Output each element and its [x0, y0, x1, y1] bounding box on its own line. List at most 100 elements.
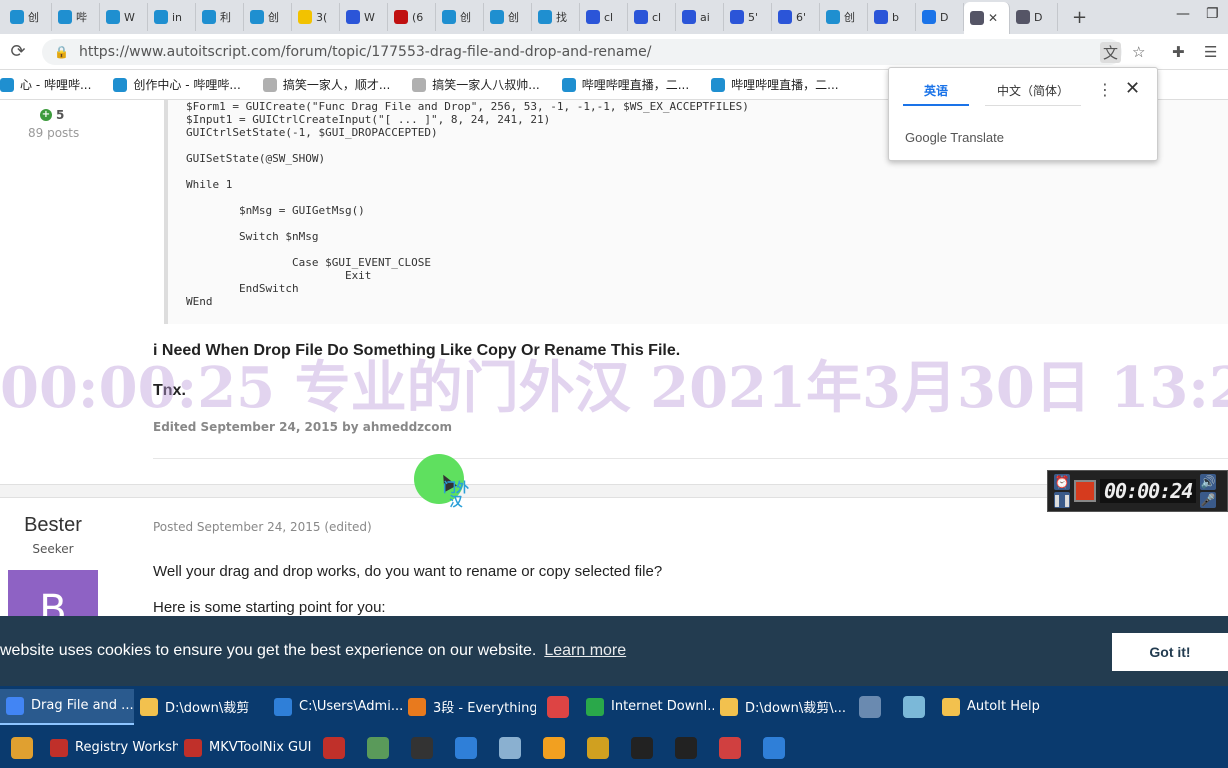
browser-tab[interactable]: (6: [388, 3, 436, 31]
learn-more-link[interactable]: Learn more: [544, 642, 626, 660]
maximize-button[interactable]: ❐: [1206, 6, 1219, 22]
post-line: i Need When Drop File Do Something Like …: [153, 342, 681, 359]
browser-tab[interactable]: D: [916, 3, 964, 31]
browser-tab[interactable]: ai: [676, 3, 724, 31]
record-stop-button[interactable]: [1074, 480, 1096, 502]
taskbar-app[interactable]: AutoIt Help: [936, 689, 1070, 725]
browser-tab[interactable]: 创: [244, 3, 292, 31]
pause-icon[interactable]: ❚❚: [1052, 492, 1072, 508]
taskbar-pinned-icon[interactable]: [892, 689, 936, 725]
tab-source-language[interactable]: 英语: [903, 82, 969, 106]
bookmark-item[interactable]: 搞笑一家人，顺才...: [262, 76, 390, 93]
tab-favicon-icon: [58, 10, 72, 24]
taskbar-pinned-icon[interactable]: [312, 730, 356, 766]
url-text[interactable]: https://www.autoitscript.com/forum/topic…: [79, 44, 652, 60]
taskbar-pinned-icon[interactable]: [356, 730, 400, 766]
tab-label: 3(: [316, 10, 328, 24]
taskbar-pinned-icon[interactable]: [532, 730, 576, 766]
browser-tab[interactable]: 找: [532, 3, 580, 31]
taskbar-pinned-icon[interactable]: [444, 730, 488, 766]
microphone-icon[interactable]: 🎤: [1200, 492, 1217, 508]
taskbar-pinned-icon[interactable]: [488, 730, 532, 766]
taskbar-pinned-icon[interactable]: [848, 689, 892, 725]
minimize-button[interactable]: —: [1176, 6, 1190, 22]
browser-tab[interactable]: 利: [196, 3, 244, 31]
browser-tab[interactable]: 创: [4, 3, 52, 31]
reading-list-icon[interactable]: ☰: [1204, 43, 1217, 61]
tab-favicon-icon: [10, 10, 24, 24]
browser-tab[interactable]: 6': [772, 3, 820, 31]
tab-label: W: [124, 10, 135, 24]
new-tab-button[interactable]: +: [1072, 7, 1087, 28]
post-body: i Need When Drop File Do Something Like …: [153, 342, 1053, 422]
app-icon: [411, 736, 433, 759]
browser-tab[interactable]: 3(: [292, 3, 340, 31]
browser-tab[interactable]: 哔: [52, 3, 100, 31]
taskbar-app[interactable]: 3段 - Everything: [402, 689, 536, 725]
tab-target-language[interactable]: 中文（简体）: [985, 82, 1081, 106]
browser-tab[interactable]: W: [340, 3, 388, 31]
taskbar-app[interactable]: D:\down\裁剪: [134, 689, 268, 725]
taskbar-app[interactable]: C:\Users\Admi...: [268, 689, 402, 725]
taskbar-app[interactable]: Internet Downl...: [580, 689, 714, 725]
browser-tab[interactable]: 创: [820, 3, 868, 31]
close-icon[interactable]: ✕: [1125, 78, 1140, 99]
browser-tab[interactable]: in: [148, 3, 196, 31]
reload-icon[interactable]: ⟳: [0, 41, 36, 62]
speaker-icon[interactable]: 🔊: [1200, 474, 1217, 490]
browser-tab-active[interactable]: ✕: [964, 2, 1010, 34]
star-icon[interactable]: ☆: [1132, 43, 1145, 61]
bookmark-icon: [262, 77, 277, 92]
got-it-button[interactable]: Got it!: [1112, 633, 1228, 671]
bookmark-item[interactable]: 哔哩哔哩直播，二...: [561, 76, 689, 93]
taskbar-pinned-icon[interactable]: [576, 730, 620, 766]
browser-tab[interactable]: 创: [436, 3, 484, 31]
cookie-banner: website uses cookies to ensure you get t…: [0, 616, 1228, 686]
taskbar-app-label: Registry Worksh...: [75, 740, 178, 755]
close-tab-icon[interactable]: ✕: [988, 11, 998, 25]
more-options-icon[interactable]: ⋮: [1097, 80, 1113, 99]
tab-label: cl: [604, 10, 614, 24]
taskbar-app[interactable]: Drag File and ...: [0, 688, 134, 725]
browser-tab[interactable]: 创: [484, 3, 532, 31]
tab-favicon-icon: [874, 10, 888, 24]
browser-tab[interactable]: 5': [724, 3, 772, 31]
taskbar-pinned-icon[interactable]: [664, 730, 708, 766]
browser-tab[interactable]: W: [100, 3, 148, 31]
taskbar-pinned-icon[interactable]: [620, 730, 664, 766]
bookmark-icon: [561, 77, 576, 92]
extensions-icon[interactable]: ✚: [1172, 43, 1185, 61]
bookmark-icon: [412, 77, 427, 92]
tab-favicon-icon: [346, 10, 360, 24]
browser-tab[interactable]: cl: [628, 3, 676, 31]
browser-tab[interactable]: b: [868, 3, 916, 31]
avatar[interactable]: B: [8, 570, 98, 616]
reply-author[interactable]: Bester: [0, 514, 106, 537]
browser-tab[interactable]: cl: [580, 3, 628, 31]
taskbar-pinned-icon[interactable]: [536, 689, 580, 725]
forum-page: + 5 89 posts $Form1 = GUICreate("Func Dr…: [0, 100, 1228, 616]
bookmark-item[interactable]: 心 - 哔哩哔...: [0, 76, 91, 93]
app-icon: [323, 736, 345, 759]
tab-label: 找: [556, 11, 567, 24]
bookmark-item[interactable]: 创作中心 - 哔哩哔...: [113, 76, 241, 93]
tab-favicon-icon: [202, 10, 216, 24]
code-line: GUICtrlSetState(-1, $GUI_DROPACCEPTED): [186, 126, 438, 139]
taskbar-pinned-icon[interactable]: [400, 730, 444, 766]
taskbar-app[interactable]: MKVToolNix GUI ...: [178, 730, 312, 766]
cookie-text: website uses cookies to ensure you get t…: [0, 642, 537, 659]
taskbar-pinned-icon[interactable]: [708, 730, 752, 766]
omnibox[interactable]: 🔒 https://www.autoitscript.com/forum/top…: [42, 39, 1122, 65]
taskbar-pinned-icon[interactable]: [752, 730, 796, 766]
tab-label: 创: [460, 11, 471, 24]
taskbar-pinned-icon[interactable]: [0, 730, 44, 766]
taskbar-app[interactable]: D:\down\裁剪\...: [714, 689, 848, 725]
alarm-icon[interactable]: ⏰: [1054, 474, 1070, 490]
bookmark-item[interactable]: 哔哩哔哩直播，二...: [711, 76, 839, 93]
bookmark-item[interactable]: 搞笑一家人八叔帅...: [412, 76, 540, 93]
taskbar-app[interactable]: Registry Worksh...: [44, 730, 178, 766]
browser-tab[interactable]: D: [1010, 3, 1058, 31]
translate-icon[interactable]: 文: [1100, 42, 1122, 63]
